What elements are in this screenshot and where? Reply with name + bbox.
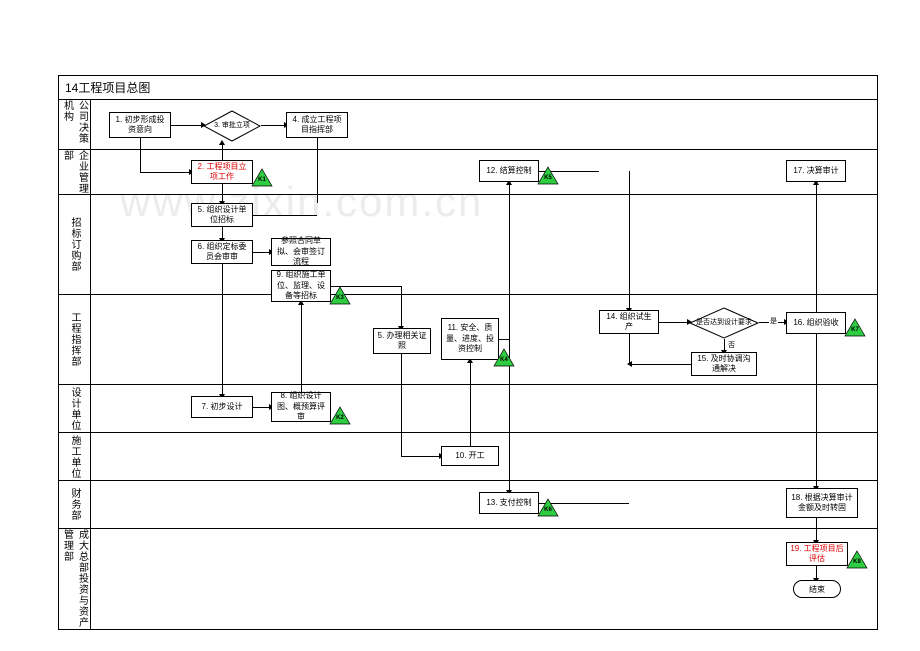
diagram-title: 14工程项目总图 xyxy=(59,76,877,100)
box-4: 4. 成立工程项目指挥部 xyxy=(286,112,348,138)
lane-label: 成大总部投资与资产管理部 xyxy=(59,529,90,630)
box-6: 6. 组织定标委员会审审 xyxy=(191,240,253,264)
lane-label: 施工单位 xyxy=(59,433,90,481)
lane-label: 财务部 xyxy=(59,481,90,529)
lane-label: 设计单位 xyxy=(59,385,90,433)
box-8: 8. 组织设计图、概预算评审 xyxy=(271,392,331,422)
lane-label: 工程指挥部 xyxy=(59,295,90,385)
box-1: 1. 初步形成投资意向 xyxy=(109,112,171,138)
lane-body: 1. 初步形成投资意向 3. 审批立项 4. 成立工程项目指挥部 2. 工程项目… xyxy=(91,100,877,630)
triangle-k6: K6 xyxy=(537,498,559,517)
lane-label: 公司决策机构 xyxy=(59,100,90,150)
lane-labels: 公司决策机构 企业管理部 招标订购部 工程指挥部 设计单位 施工单位 财务部 成… xyxy=(59,100,91,630)
triangle-k3: K3 xyxy=(329,286,351,305)
box-19: 19. 工程项目后评估 xyxy=(786,542,848,566)
box-15: 15. 及时协调沟通解决 xyxy=(691,352,757,376)
diagram-frame: 14工程项目总图 公司决策机构 企业管理部 招标订购部 工程指挥部 设计单位 施… xyxy=(58,75,878,630)
box-17: 17. 决算审计 xyxy=(786,160,846,182)
triangle-k2: K2 xyxy=(329,406,351,425)
box-13: 13. 支付控制 xyxy=(479,492,539,514)
triangle-k5: K5 xyxy=(537,166,559,185)
triangle-k1: K1 xyxy=(251,168,273,187)
triangle-k4: K4 xyxy=(493,348,515,367)
box-2: 2. 工程项目立项工作 xyxy=(191,160,253,184)
box-12: 12. 结算控制 xyxy=(479,160,539,182)
triangle-k7: K7 xyxy=(844,318,866,337)
triangle-k8: K8 xyxy=(846,550,868,569)
box-7: 7. 初步设计 xyxy=(191,396,253,418)
terminator-end: 结束 xyxy=(793,580,841,598)
lane-label: 企业管理部 xyxy=(59,150,90,195)
box-10a: 5. 办理相关证照 xyxy=(373,328,431,354)
box-5: 5. 组织设计单位招标 xyxy=(191,203,253,227)
box-6a: 参照合同草拟、会审签订流程 xyxy=(271,238,331,266)
box-14: 14. 组织试生产 xyxy=(599,310,659,334)
lane-label: 招标订购部 xyxy=(59,195,90,295)
diamond-15: 是否达到设计要求 xyxy=(689,307,759,339)
box-11: 11. 安全、质量、进度、投资控制 xyxy=(441,318,499,360)
box-9: 9. 组织施工单位、监理、设备等招标 xyxy=(271,270,331,302)
box-21: 10. 开工 xyxy=(441,446,499,466)
edge-no: 否 xyxy=(727,340,736,350)
box-18: 18. 根据决算审计金额及时转固 xyxy=(786,488,858,518)
diamond-3: 3. 审批立项 xyxy=(203,110,261,142)
edge-yes: 是 xyxy=(769,316,778,326)
box-16: 16. 组织验收 xyxy=(786,312,846,334)
